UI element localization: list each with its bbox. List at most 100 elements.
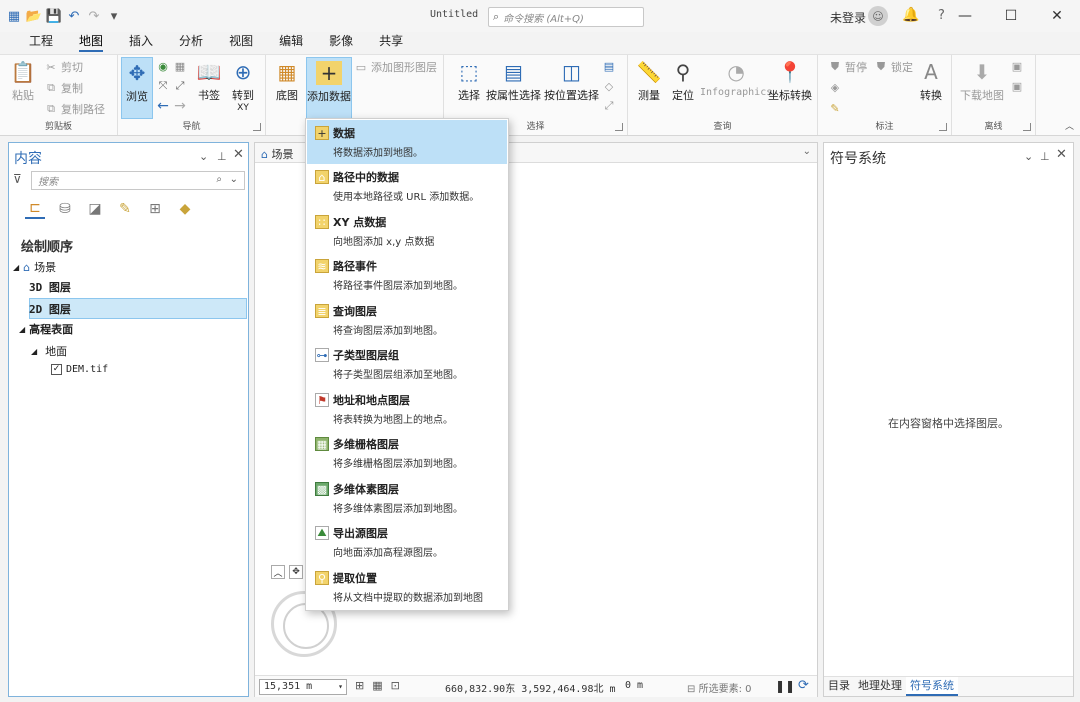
add-graphics-layer-button[interactable]: ▭ 添加图形图层 xyxy=(354,59,437,75)
close-pane-icon[interactable]: ✕ xyxy=(233,147,244,162)
tab-symbology[interactable]: 符号系统 xyxy=(906,677,958,696)
add-data-button[interactable]: + 添加数据 xyxy=(306,57,352,119)
clear-button[interactable]: ◇ xyxy=(602,79,616,93)
minimize-button[interactable]: — xyxy=(942,0,988,32)
tab-imagery[interactable]: 影像 xyxy=(316,32,366,54)
offline-launcher[interactable] xyxy=(1023,123,1031,131)
pane-menu-icon[interactable]: ⌄ xyxy=(199,150,208,163)
measure-button[interactable]: 📏 测量 xyxy=(634,57,664,103)
pin-pane-icon[interactable]: ⊥ xyxy=(217,150,227,163)
data-source-icon[interactable]: ⛁ xyxy=(55,199,75,219)
collapse-triangle-icon[interactable]: ◢ xyxy=(31,347,37,356)
selected-features-count[interactable]: ⊟ 所选要素: 0 xyxy=(687,680,752,695)
menu-item-extract-location[interactable]: ⚲ 提取位置 将从文档中提取的数据添加到地图 xyxy=(307,565,507,609)
contents-search-input[interactable]: 搜索 ⌕ ⌄ xyxy=(31,171,245,190)
tab-map[interactable]: 地图 xyxy=(66,32,116,54)
save-icon[interactable]: 💾 xyxy=(46,8,62,24)
locate-button[interactable]: ⚲ 定位 xyxy=(668,57,698,103)
navigate-launcher[interactable] xyxy=(253,123,261,131)
menu-item-route-events[interactable]: ≋ 路径事件 将路径事件图层添加到地图。 xyxy=(307,253,507,297)
zoom-to-selection-button[interactable]: ⤢ xyxy=(602,99,616,113)
attributes-button[interactable]: ▤ xyxy=(602,59,616,73)
customize-qat-icon[interactable]: ▾ xyxy=(106,8,122,24)
refresh-icon[interactable]: ⟳ xyxy=(798,678,809,693)
tab-geoprocessing[interactable]: 地理处理 xyxy=(854,677,906,696)
tab-edit[interactable]: 编辑 xyxy=(266,32,316,54)
tab-catalog[interactable]: 目录 xyxy=(824,677,854,696)
tab-share[interactable]: 共享 xyxy=(366,32,416,54)
editing-icon[interactable]: ✎ xyxy=(115,199,135,219)
open-icon[interactable]: 📂 xyxy=(26,8,42,24)
prev-next-extent[interactable]: ← → xyxy=(156,98,187,114)
menu-item-data[interactable]: + 数据 将数据添加到地图。 xyxy=(307,120,507,164)
tab-analysis[interactable]: 分析 xyxy=(166,32,216,54)
collapse-triangle-icon[interactable]: ◢ xyxy=(13,263,19,272)
user-status[interactable]: 未登录 xyxy=(830,9,866,26)
maximize-button[interactable]: ☐ xyxy=(988,0,1034,32)
tab-insert[interactable]: 插入 xyxy=(116,32,166,54)
tree-item-2d-layers[interactable]: 2D 图层 xyxy=(29,301,71,317)
collapse-triangle-icon[interactable]: ◢ xyxy=(19,325,25,334)
sync-button[interactable]: ▣ xyxy=(1010,59,1024,73)
paste-button[interactable]: 📋 粘贴 xyxy=(8,57,38,103)
scale-dropdown[interactable]: 15,351 m ▾ xyxy=(259,679,347,695)
selection-launcher[interactable] xyxy=(615,123,623,131)
explore-button[interactable]: ✥ 浏览 xyxy=(121,57,153,119)
undo-icon[interactable]: ↶ xyxy=(66,8,82,24)
remove-offline-button[interactable]: ▣ xyxy=(1010,79,1024,93)
copy-path-button[interactable]: ⧉ 复制路径 xyxy=(44,101,105,117)
label-style-button[interactable]: ✎ xyxy=(828,101,842,115)
chevron-down-icon[interactable]: ⌄ xyxy=(230,174,238,185)
coordinate-system-icon[interactable]: ⊡ xyxy=(391,679,400,692)
avatar-icon[interactable]: ☺ xyxy=(868,6,888,26)
collapse-ribbon-icon[interactable]: ︿ xyxy=(1065,119,1074,132)
pause-drawing-button[interactable]: ❚❚ xyxy=(775,679,795,693)
select-button[interactable]: ⬚ 选择 xyxy=(454,57,484,103)
menu-item-query-layer[interactable]: ≣ 查询图层 将查询图层添加到地图。 xyxy=(307,298,507,342)
close-button[interactable]: ✕ xyxy=(1034,0,1080,32)
tab-view[interactable]: 视图 xyxy=(216,32,266,54)
basemap-button[interactable]: ▦ 底图 xyxy=(272,57,302,103)
labeling-launcher[interactable] xyxy=(939,123,947,131)
chevron-down-icon[interactable]: ⌄ xyxy=(803,146,811,157)
menu-item-data-from-path[interactable]: ⌂ 路径中的数据 使用本地路径或 URL 添加数据。 xyxy=(307,164,507,208)
convert-coordinates-button[interactable]: 📍 坐标转换 xyxy=(768,57,812,103)
redo-icon[interactable]: ↷ xyxy=(86,8,102,24)
convert-labels-button[interactable]: A 转换 xyxy=(916,57,946,103)
download-map-button[interactable]: ⬇ 下载地图 xyxy=(960,57,1004,103)
pause-labels-button[interactable]: ⛊ 暂停 xyxy=(828,59,867,75)
menu-item-md-raster[interactable]: ▦ 多维栅格图层 将多维栅格图层添加到地图。 xyxy=(307,431,507,475)
select-by-location-button[interactable]: ◫ 按位置选择 xyxy=(544,57,599,103)
tree-item-3d-layers[interactable]: 3D 图层 xyxy=(29,279,71,295)
pin-pane-icon[interactable]: ⊥ xyxy=(1040,150,1050,163)
close-pane-icon[interactable]: ✕ xyxy=(1056,147,1067,162)
menu-item-elevation-source[interactable]: ⛰ 导出源图层 向地面添加高程源图层。 xyxy=(307,520,507,564)
pane-menu-icon[interactable]: ⌄ xyxy=(1024,150,1033,163)
drawing-order-icon[interactable]: ⊏ xyxy=(25,199,45,219)
view-unplaced-button[interactable]: ◈ xyxy=(828,80,842,94)
full-extent-button[interactable]: ⤧ ⤢ xyxy=(156,79,187,93)
menu-item-subtype-group[interactable]: ⊶ 子类型图层组 将子类型图层组添加至地图。 xyxy=(307,342,507,386)
cut-button[interactable]: ✂ 剪切 xyxy=(44,59,83,75)
checkbox-checked-icon[interactable]: ✓ xyxy=(51,364,62,375)
goto-xy-button[interactable]: ⊕ 转到 XY xyxy=(228,57,258,113)
command-search-input[interactable]: ⌕ 命令搜索 (Alt+Q) xyxy=(488,7,644,27)
tree-item-scene[interactable]: ◢ ⌂ 场景 xyxy=(13,259,56,275)
bookmarks-button[interactable]: 📖 书签 xyxy=(194,57,224,103)
collapse-navigator-icon[interactable]: ︿ xyxy=(271,565,285,579)
lock-labels-button[interactable]: ⛊ 锁定 xyxy=(874,59,913,75)
tree-item-dem[interactable]: ✓ DEM.tif xyxy=(51,364,108,375)
menu-item-xy-point[interactable]: ∷ XY 点数据 向地图添加 x,y 点数据 xyxy=(307,209,507,253)
grid-icon[interactable]: ⊞ xyxy=(355,679,364,692)
copy-button[interactable]: ⧉ 复制 xyxy=(44,80,83,96)
nav-tools[interactable]: ◉ ▦ xyxy=(156,59,187,73)
navigator-toggle-icon[interactable]: ✥ xyxy=(289,565,303,579)
menu-item-address-layer[interactable]: ⚑ 地址和地点图层 将表转换为地图上的地点。 xyxy=(307,387,507,431)
selection-list-icon[interactable]: ◪ xyxy=(85,199,105,219)
table-icon[interactable]: ▦ xyxy=(372,679,382,692)
tree-item-elevation[interactable]: ◢ 高程表面 xyxy=(19,321,73,337)
bell-icon[interactable]: 🔔 xyxy=(902,7,919,23)
menu-item-md-voxel[interactable]: ▩ 多维体素图层 将多维体素图层添加到地图。 xyxy=(307,476,507,520)
filter-icon[interactable]: ⊽ xyxy=(13,172,22,186)
infographics-button[interactable]: ◔ Infographics xyxy=(700,57,772,98)
